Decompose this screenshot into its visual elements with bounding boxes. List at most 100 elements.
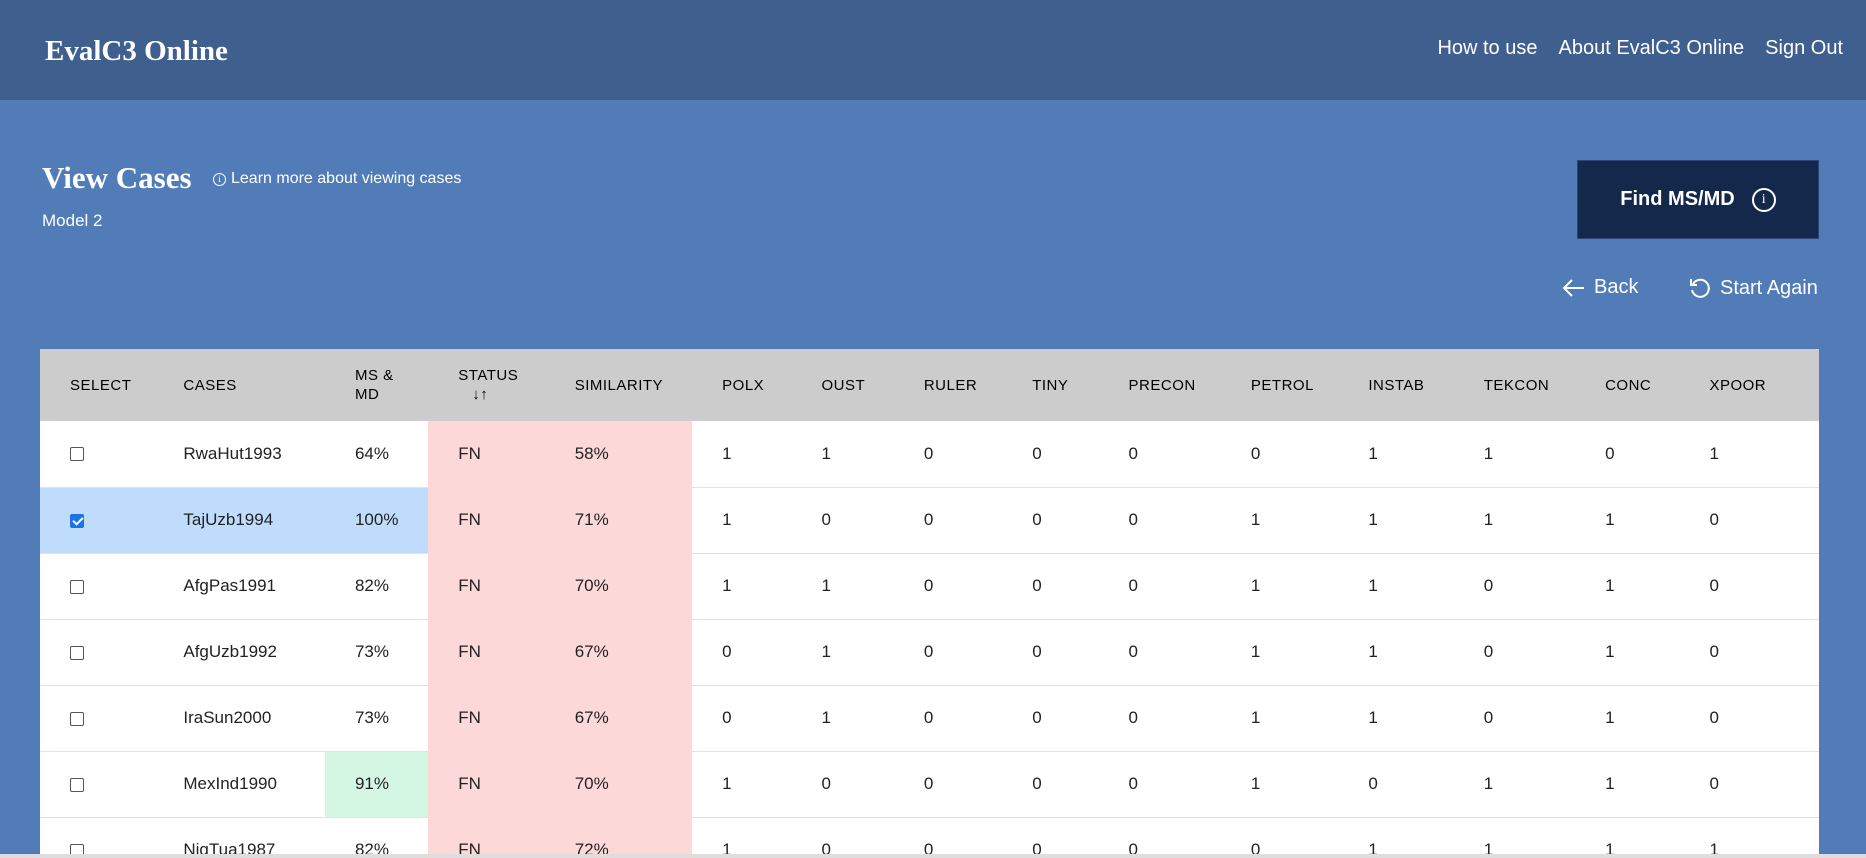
condition-value-cell: 0 bbox=[1128, 708, 1138, 727]
col-oust[interactable]: OUST bbox=[792, 349, 894, 421]
status-cell: FN bbox=[428, 421, 545, 487]
col-status[interactable]: STATUS ↓↑ bbox=[428, 349, 544, 421]
condition-value-cell: 1 bbox=[1368, 443, 1378, 463]
condition-value-cell: 0 bbox=[1709, 708, 1719, 727]
horizontal-scrollbar[interactable] bbox=[0, 854, 1866, 858]
condition-value-cell: 1 bbox=[722, 510, 732, 529]
start-again-button[interactable]: Start Again bbox=[1688, 276, 1818, 300]
row-checkbox[interactable] bbox=[70, 645, 84, 660]
col-tekcon[interactable]: TEKCON bbox=[1454, 349, 1575, 421]
brand-logo[interactable]: EvalC3 Online bbox=[45, 35, 228, 68]
condition-value-cell: 0 bbox=[1128, 510, 1138, 529]
col-similarity[interactable]: SIMILARITY bbox=[545, 349, 692, 421]
condition-value-cell: 0 bbox=[1032, 708, 1042, 727]
table-row[interactable]: AfgPas1991 82% FN 70% 1 1 0 0 0 1 1 0 1 0 bbox=[40, 553, 1819, 619]
row-checkbox[interactable] bbox=[70, 513, 84, 528]
ms-md-cell: 82% bbox=[354, 576, 389, 595]
condition-value-cell: 0 bbox=[1128, 576, 1138, 595]
condition-value-cell: 1 bbox=[1250, 774, 1261, 793]
row-checkbox[interactable] bbox=[70, 579, 84, 594]
condition-value-cell: 0 bbox=[923, 576, 934, 595]
model-label: Model 2 bbox=[42, 211, 103, 230]
table-row[interactable]: RwaHut1993 64% FN 58% 1 1 0 0 0 0 1 1 0 1 bbox=[40, 421, 1819, 487]
col-precon[interactable]: PRECON bbox=[1099, 349, 1221, 421]
col-ruler[interactable]: RULER bbox=[894, 349, 1002, 421]
nav-sign-out[interactable]: Sign Out bbox=[1765, 37, 1843, 60]
condition-value-cell: 1 bbox=[1250, 576, 1261, 595]
cases-table: SELECT CASES MS & MD STATUS ↓↑ SIMILARITY … bbox=[40, 349, 1819, 856]
ms-md-cell: 73% bbox=[354, 708, 389, 727]
col-tiny[interactable]: TINY bbox=[1002, 349, 1098, 421]
condition-value-cell: 0 bbox=[923, 774, 934, 793]
table-row[interactable]: MexInd1990 91% FN 70% 1 0 0 0 0 1 0 1 1 0 bbox=[40, 751, 1819, 817]
condition-value-cell: 1 bbox=[1250, 510, 1261, 529]
row-checkbox[interactable] bbox=[70, 711, 84, 726]
table-row[interactable]: AfgUzb1992 73% FN 67% 0 1 0 0 0 1 1 0 1 0 bbox=[40, 619, 1819, 685]
table-header-row: SELECT CASES MS & MD STATUS ↓↑ SIMILARITY … bbox=[40, 349, 1819, 421]
ms-md-cell: 64% bbox=[354, 443, 389, 463]
table-row[interactable]: TajUzb1994 100% FN 71% 1 0 0 0 0 1 1 1 1 0 bbox=[40, 487, 1819, 553]
back-button[interactable]: Back bbox=[1562, 276, 1638, 299]
condition-value-cell: 0 bbox=[1032, 840, 1042, 856]
condition-value-cell: 1 bbox=[821, 576, 831, 595]
condition-value-cell: 0 bbox=[1032, 576, 1042, 595]
col-instab[interactable]: INSTAB bbox=[1338, 349, 1453, 421]
similarity-cell: 67% bbox=[544, 685, 693, 751]
similarity-cell: 72% bbox=[544, 817, 693, 856]
condition-value-cell: 0 bbox=[1368, 774, 1378, 793]
condition-value-cell: 1 bbox=[1483, 510, 1494, 529]
table-row[interactable]: NigTua1987 82% FN 72% 1 0 0 0 0 0 1 1 1 1 bbox=[40, 817, 1819, 856]
condition-value-cell: 0 bbox=[1709, 510, 1719, 529]
ms-md-cell: 82% bbox=[354, 840, 389, 856]
condition-value-cell: 1 bbox=[1709, 840, 1719, 856]
ms-md-cell: 73% bbox=[354, 642, 389, 661]
condition-value-cell: 0 bbox=[923, 510, 934, 529]
col-ms-md[interactable]: MS & MD bbox=[325, 349, 428, 421]
condition-value-cell: 1 bbox=[1605, 774, 1615, 793]
condition-value-cell: 1 bbox=[1483, 774, 1494, 793]
nav-how-to-use[interactable]: How to use bbox=[1437, 37, 1537, 60]
condition-value-cell: 0 bbox=[1709, 774, 1719, 793]
case-cell: MexInd1990 bbox=[183, 774, 277, 793]
learn-more-link[interactable]: i Learn more about viewing cases bbox=[213, 170, 461, 188]
col-conc[interactable]: CONC bbox=[1575, 349, 1679, 421]
col-petrol[interactable]: PETROL bbox=[1221, 349, 1338, 421]
case-cell: IraSun2000 bbox=[183, 708, 272, 727]
ms-md-cell: 100% bbox=[324, 487, 429, 553]
status-cell: FN bbox=[428, 553, 545, 619]
condition-value-cell: 0 bbox=[1483, 642, 1494, 661]
row-checkbox[interactable] bbox=[70, 447, 84, 462]
row-checkbox[interactable] bbox=[70, 777, 84, 792]
condition-value-cell: 0 bbox=[923, 443, 934, 463]
sort-icon[interactable]: ↓↑ bbox=[458, 385, 544, 404]
status-cell: FN bbox=[428, 619, 545, 685]
condition-value-cell: 0 bbox=[1709, 642, 1719, 661]
condition-value-cell: 0 bbox=[923, 642, 934, 661]
table-row[interactable]: IraSun2000 73% FN 67% 0 1 0 0 0 1 1 0 1 0 bbox=[40, 685, 1819, 751]
condition-value-cell: 1 bbox=[1368, 840, 1378, 856]
condition-value-cell: 0 bbox=[1709, 576, 1719, 595]
condition-value-cell: 1 bbox=[1605, 708, 1615, 727]
select-cell bbox=[40, 619, 153, 685]
condition-value-cell: 0 bbox=[1128, 642, 1138, 661]
condition-value-cell: 1 bbox=[1250, 642, 1261, 661]
col-polx[interactable]: POLX bbox=[692, 349, 791, 421]
condition-value-cell: 1 bbox=[1605, 576, 1615, 595]
condition-value-cell: 0 bbox=[1483, 708, 1494, 727]
status-cell: FN bbox=[428, 817, 545, 856]
nav-about[interactable]: About EvalC3 Online bbox=[1559, 37, 1745, 60]
top-nav: How to use About EvalC3 Online Sign Out bbox=[1437, 37, 1843, 60]
condition-value-cell: 1 bbox=[1605, 642, 1615, 661]
col-cases[interactable]: CASES bbox=[153, 349, 325, 421]
find-ms-md-button[interactable]: Find MS/MD i bbox=[1577, 160, 1819, 239]
case-cell: AfgPas1991 bbox=[183, 576, 277, 595]
condition-value-cell: 0 bbox=[821, 840, 831, 856]
similarity-cell: 58% bbox=[544, 421, 693, 487]
find-ms-md-label: Find MS/MD bbox=[1620, 188, 1735, 210]
condition-value-cell: 0 bbox=[1483, 576, 1494, 595]
condition-value-cell: 1 bbox=[1368, 576, 1378, 595]
similarity-cell: 71% bbox=[544, 487, 693, 553]
info-icon[interactable]: i bbox=[1751, 187, 1776, 212]
condition-value-cell: 0 bbox=[1032, 443, 1042, 463]
col-xpoor[interactable]: XPOOR bbox=[1679, 349, 1819, 421]
